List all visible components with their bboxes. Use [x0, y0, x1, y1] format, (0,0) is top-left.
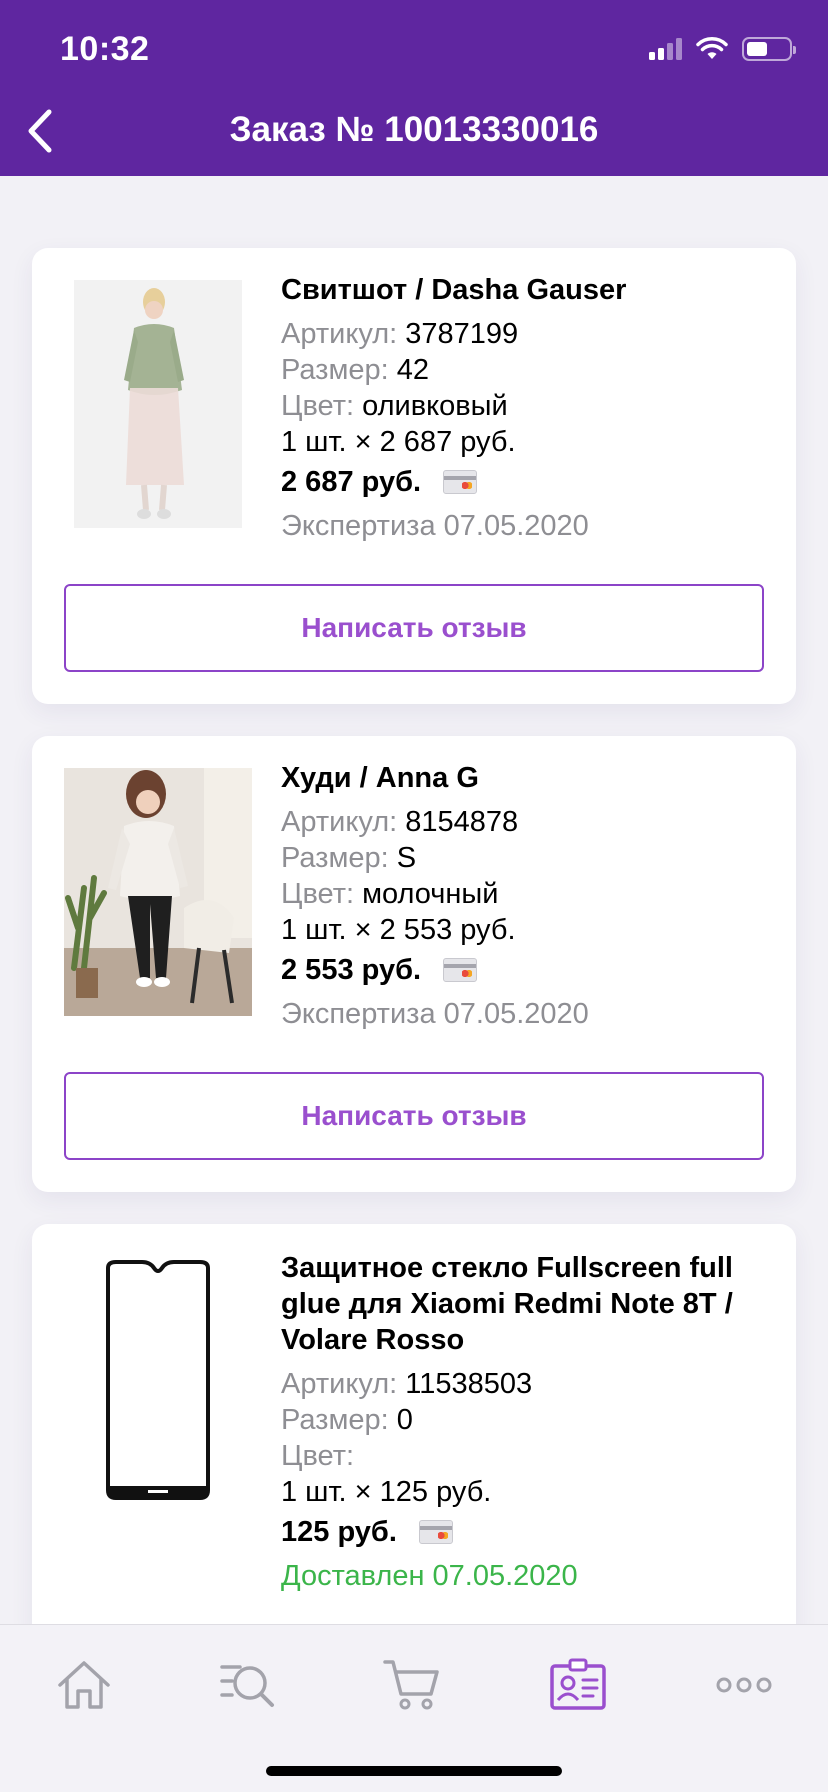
hoodie-photo: [64, 768, 252, 1016]
size-row: Размер: 42: [281, 352, 766, 388]
article-value: 11538503: [405, 1368, 533, 1400]
wifi-icon: [696, 37, 728, 59]
sweatshirt-photo: [74, 280, 242, 528]
status-icons: [649, 36, 796, 62]
article-label: Артикул:: [281, 318, 398, 350]
order-item-card: Свитшот / Dasha Gauser Артикул: 3787199 …: [32, 248, 796, 704]
price-row: 2 553 руб.: [281, 952, 766, 988]
product-info: Защитное стекло Fullscreen full glue для…: [281, 1250, 766, 1594]
item-price: 125 руб.: [281, 1516, 397, 1548]
size-label: Размер:: [281, 1404, 389, 1436]
screen-protector-photo: [98, 1258, 218, 1506]
tab-cart[interactable]: [382, 1655, 442, 1715]
profile-icon: [550, 1658, 606, 1710]
order-item-card: Худи / Anna G Артикул: 8154878 Размер: S…: [32, 736, 796, 1192]
size-row: Размер: S: [281, 840, 766, 876]
color-row: Цвет: оливковый: [281, 388, 766, 424]
credit-card-icon: [418, 1520, 453, 1544]
item-price: 2 553 руб.: [281, 954, 422, 986]
size-value: 0: [396, 1404, 413, 1436]
size-row: Размер: 0: [281, 1402, 766, 1438]
article-value: 8154878: [405, 806, 519, 838]
product-info: Свитшот / Dasha Gauser Артикул: 3787199 …: [281, 272, 766, 544]
tab-home[interactable]: [54, 1655, 114, 1715]
quantity-line: 1 шт. × 2 687 руб.: [281, 426, 516, 458]
product-image[interactable]: [74, 280, 242, 528]
size-value: S: [396, 842, 417, 874]
color-label: Цвет:: [281, 390, 355, 422]
order-item-card: Защитное стекло Fullscreen full glue для…: [32, 1224, 796, 1644]
home-icon: [58, 1661, 110, 1709]
page-title: Заказ № 10013330016: [229, 110, 599, 149]
product-image[interactable]: [64, 768, 252, 1016]
color-row: Цвет:: [281, 1438, 766, 1474]
product-image[interactable]: [98, 1258, 218, 1506]
price-row: 125 руб.: [281, 1514, 766, 1550]
article-row: Артикул: 8154878: [281, 804, 766, 840]
item-status: Экспертиза 07.05.2020: [281, 998, 589, 1030]
article-value: 3787199: [405, 318, 519, 350]
tab-bar: [0, 1624, 828, 1792]
article-label: Артикул:: [281, 1368, 398, 1400]
product-title[interactable]: Худи / Anna G: [281, 760, 766, 796]
status-time: 10:32: [60, 30, 150, 68]
search-icon: [220, 1665, 274, 1707]
write-review-button[interactable]: Написать отзыв: [64, 584, 764, 672]
battery-icon: [742, 37, 796, 61]
product-title[interactable]: Защитное стекло Fullscreen full glue для…: [281, 1250, 766, 1358]
color-label: Цвет:: [281, 878, 355, 910]
product-title[interactable]: Свитшот / Dasha Gauser: [281, 272, 766, 308]
more-icon: [716, 1677, 772, 1693]
home-indicator[interactable]: [266, 1766, 562, 1776]
tab-more[interactable]: [714, 1655, 774, 1715]
article-row: Артикул: 11538503: [281, 1366, 766, 1402]
size-label: Размер:: [281, 354, 389, 386]
price-row: 2 687 руб.: [281, 464, 766, 500]
write-review-button[interactable]: Написать отзыв: [64, 1072, 764, 1160]
credit-card-icon: [443, 958, 478, 982]
color-value: молочный: [362, 878, 499, 910]
color-label: Цвет:: [281, 1440, 355, 1472]
tab-profile[interactable]: [548, 1655, 608, 1715]
article-label: Артикул:: [281, 806, 398, 838]
cellular-signal-icon: [649, 38, 682, 60]
color-value: оливковый: [362, 390, 508, 422]
article-row: Артикул: 3787199: [281, 316, 766, 352]
cart-icon: [383, 1660, 439, 1710]
item-price: 2 687 руб.: [281, 466, 422, 498]
color-row: Цвет: молочный: [281, 876, 766, 912]
header-bar: 10:32 Заказ № 10013330016: [0, 0, 828, 176]
product-info: Худи / Anna G Артикул: 8154878 Размер: S…: [281, 760, 766, 1032]
credit-card-icon: [443, 470, 478, 494]
item-status: Экспертиза 07.05.2020: [281, 510, 589, 542]
quantity-line: 1 шт. × 125 руб.: [281, 1476, 492, 1508]
item-status: Доставлен 07.05.2020: [281, 1560, 578, 1592]
tab-search[interactable]: [218, 1655, 278, 1715]
size-value: 42: [396, 354, 430, 386]
size-label: Размер:: [281, 842, 389, 874]
quantity-line: 1 шт. × 2 553 руб.: [281, 914, 516, 946]
